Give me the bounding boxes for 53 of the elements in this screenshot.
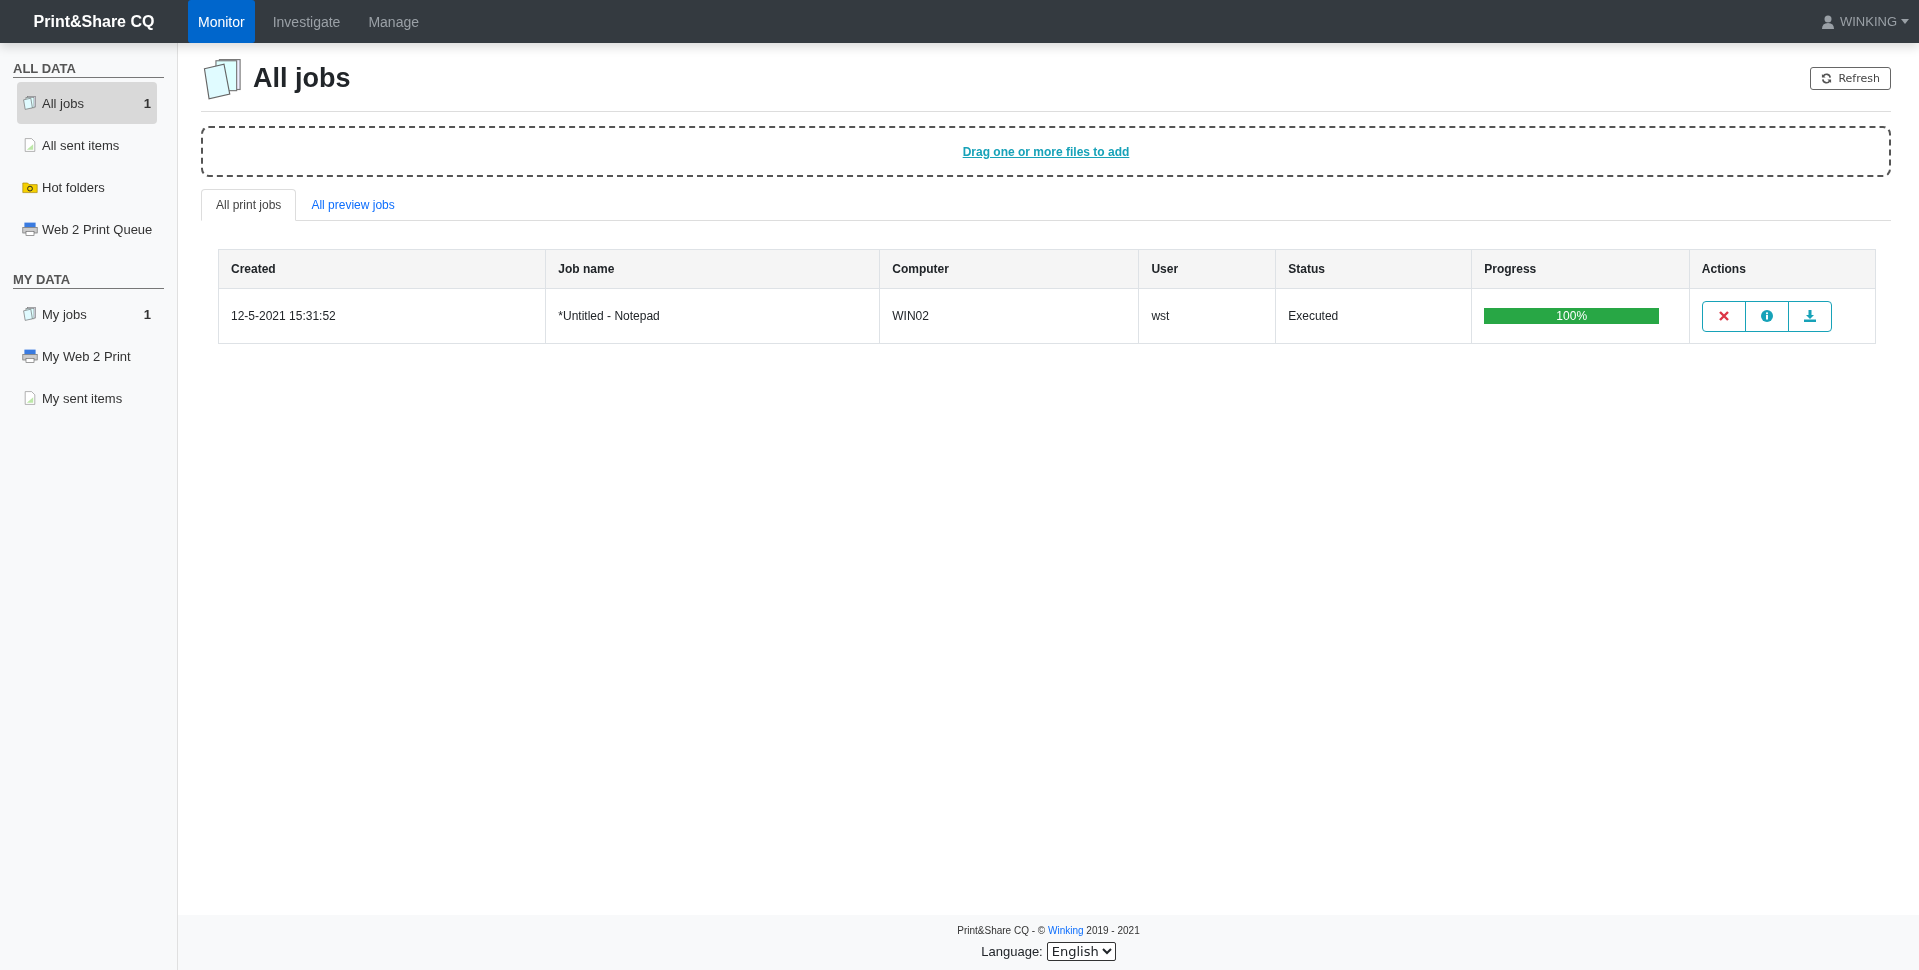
refresh-icon bbox=[1821, 72, 1833, 84]
documents-icon bbox=[22, 306, 38, 322]
column-header: Actions bbox=[1689, 249, 1876, 289]
table-cell: 12-5-2021 15:31:52 bbox=[218, 288, 546, 344]
column-header: Created bbox=[218, 249, 546, 289]
document-icon bbox=[22, 390, 38, 406]
user-menu[interactable]: WINKING bbox=[1819, 0, 1919, 43]
column-header: Computer bbox=[879, 249, 1139, 289]
tab[interactable]: All print jobs bbox=[201, 189, 297, 221]
table-cell: Executed bbox=[1275, 288, 1472, 344]
caret-icon bbox=[1901, 19, 1909, 24]
column-header: Job name bbox=[545, 249, 880, 289]
close-icon bbox=[1718, 311, 1729, 321]
download-icon bbox=[1803, 310, 1816, 322]
documents-icon bbox=[22, 95, 38, 111]
language-select[interactable]: English bbox=[1046, 941, 1116, 961]
nav-tab[interactable]: Monitor bbox=[188, 0, 255, 43]
folder-icon bbox=[22, 179, 38, 195]
language-label: Language: bbox=[981, 943, 1043, 959]
tab[interactable]: All preview jobs bbox=[296, 189, 410, 221]
sidebar-heading: ALL DATA bbox=[13, 61, 164, 78]
sidebar-item[interactable]: Hot folders bbox=[17, 166, 157, 208]
delete-button[interactable] bbox=[1701, 300, 1746, 332]
sidebar-heading: MY DATA bbox=[13, 272, 164, 289]
table-cell: WIN02 bbox=[879, 288, 1139, 344]
item-count: 1 bbox=[143, 306, 151, 322]
winking-link[interactable]: Winking bbox=[1048, 924, 1084, 936]
table-cell: wst bbox=[1138, 288, 1276, 344]
progress-reading: 100% bbox=[1556, 309, 1588, 323]
person-icon bbox=[1819, 13, 1836, 30]
printer-icon bbox=[22, 221, 38, 237]
sidebar-item[interactable]: All jobs 1 bbox=[17, 82, 157, 124]
brand-logo[interactable]: Print&Share CQ bbox=[0, 0, 188, 43]
nav-tab[interactable]: Manage bbox=[358, 0, 429, 43]
footer-copyright: Print&Share CQ - © Winking 2019 - 2021 bbox=[957, 924, 1140, 936]
refresh-button[interactable]: Refresh bbox=[1810, 66, 1891, 90]
item-count: 1 bbox=[143, 95, 151, 111]
sidebar-item[interactable]: My sent items bbox=[17, 377, 157, 419]
download-button[interactable] bbox=[1787, 300, 1832, 332]
printer-icon bbox=[22, 348, 38, 364]
info-icon bbox=[1760, 310, 1773, 322]
column-header: Progress bbox=[1471, 249, 1690, 289]
page-title: All jobs bbox=[253, 62, 351, 94]
nav-tab[interactable]: Investigate bbox=[262, 0, 351, 43]
sidebar-item[interactable]: All sent items bbox=[17, 124, 157, 166]
sidebar-item[interactable]: My jobs 1 bbox=[17, 293, 157, 335]
info-button[interactable] bbox=[1744, 300, 1789, 332]
column-header: Status bbox=[1275, 249, 1472, 289]
sidebar-item[interactable]: My Web 2 Print bbox=[17, 335, 157, 377]
table-cell: *Untitled - Notepad bbox=[545, 288, 880, 344]
column-header: User bbox=[1138, 249, 1276, 289]
sidebar-item[interactable]: Web 2 Print Queue bbox=[17, 208, 157, 250]
document-icon bbox=[22, 137, 38, 153]
